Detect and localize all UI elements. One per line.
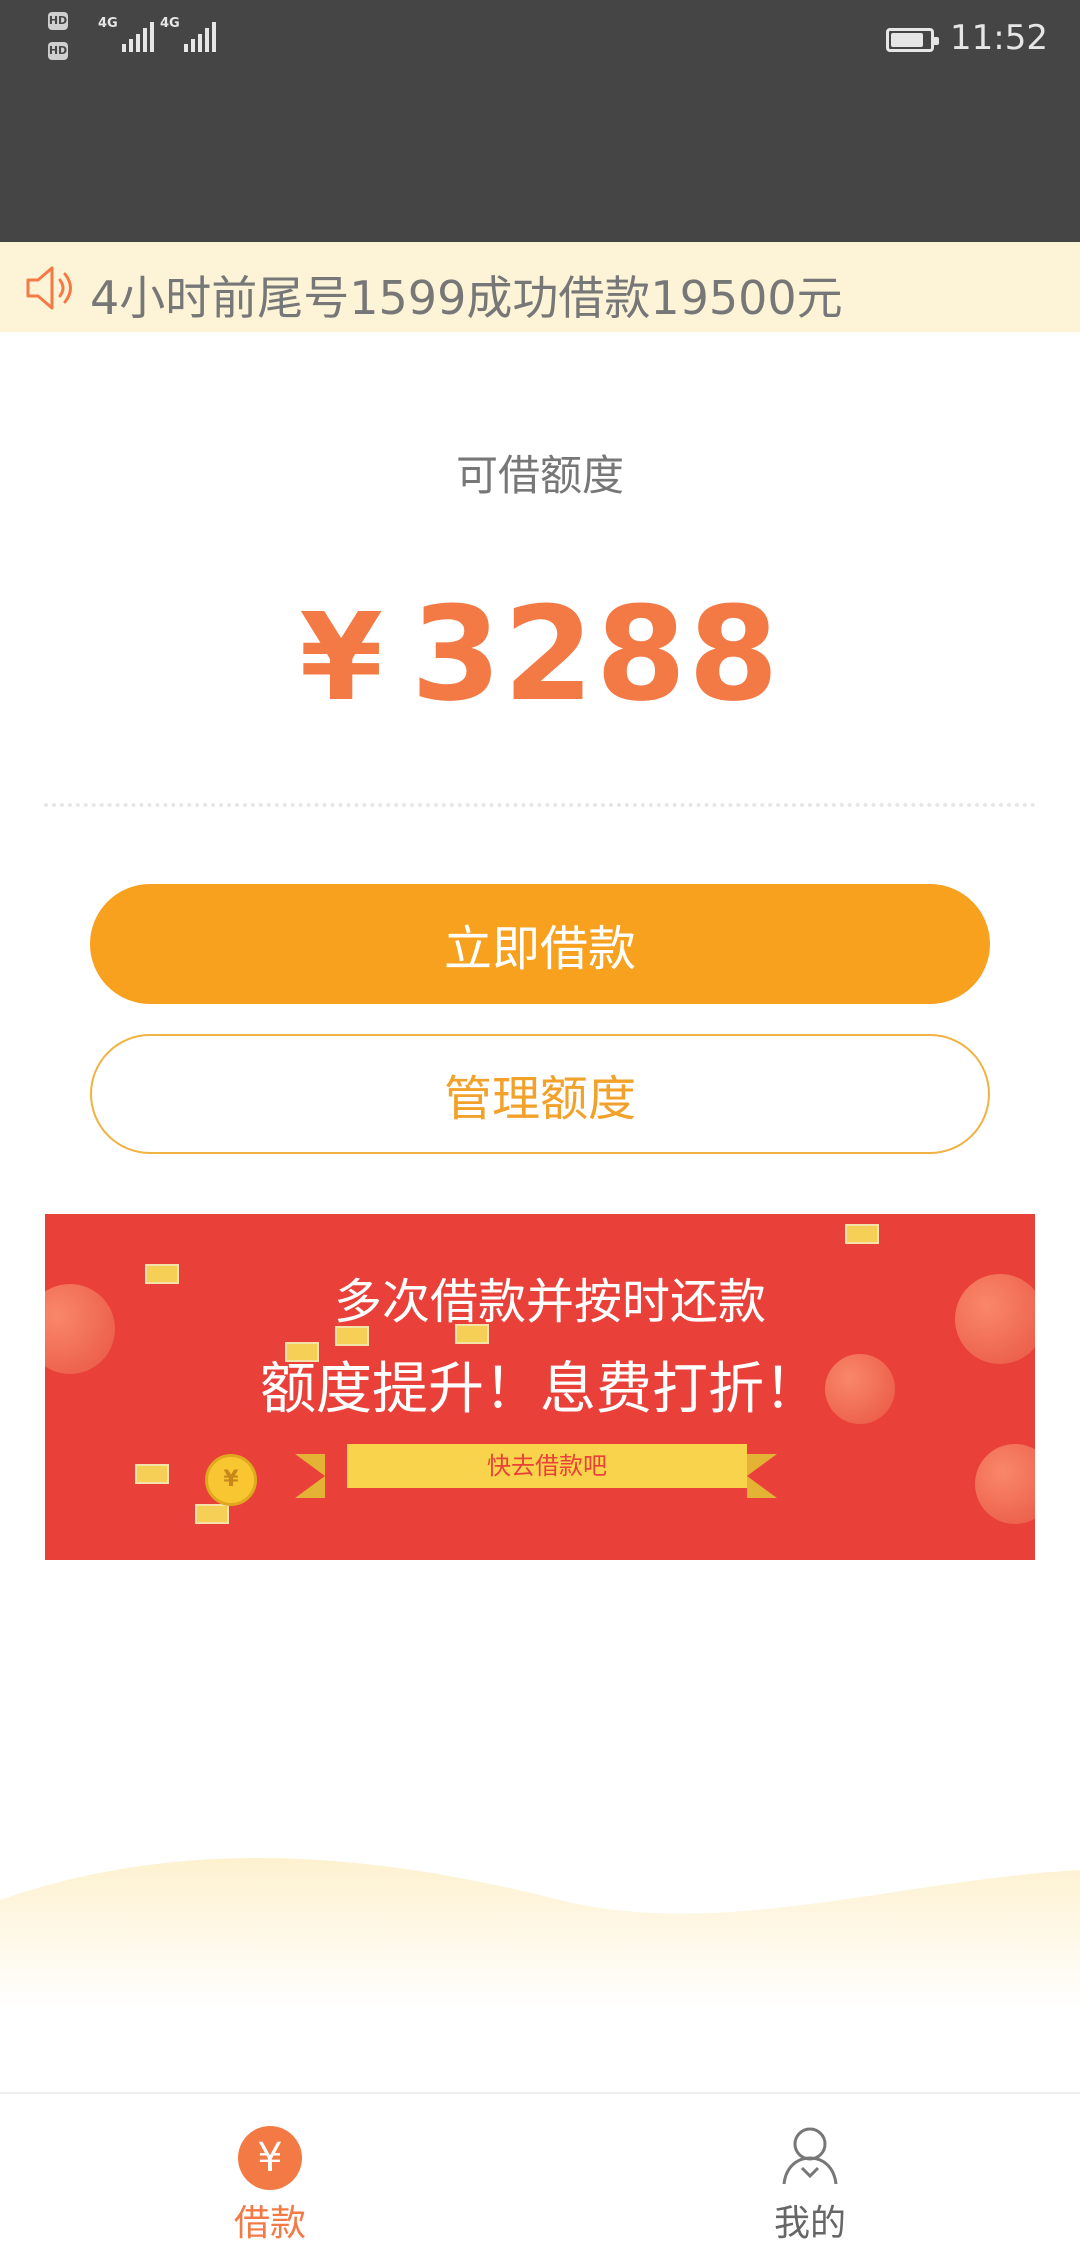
- promo-banner[interactable]: ¥ 多次借款并按时还款 额度提升！息费打折！ 快去借款吧: [45, 1214, 1035, 1560]
- nav-item-loan[interactable]: ¥ 借款: [120, 2094, 420, 2244]
- network-label-sim1: 4G: [98, 16, 118, 31]
- credit-label: 可借额度: [455, 451, 624, 500]
- signal-bars-sim2-icon: [184, 22, 216, 52]
- dotted-divider: [44, 803, 1036, 807]
- ribbon-tail-right: [747, 1454, 777, 1498]
- credit-amount: ¥3288: [0, 578, 1080, 730]
- network-label-sim2: 4G: [160, 16, 180, 31]
- ribbon-tail-left: [295, 1454, 325, 1498]
- decor-coin: [975, 1444, 1035, 1524]
- decor-bill: [135, 1464, 169, 1484]
- signal-indicators: HD HD 4G 4G: [48, 12, 248, 72]
- yen-icon: ¥: [238, 2126, 302, 2190]
- battery-icon: [886, 28, 939, 52]
- user-icon: [782, 2127, 838, 2185]
- banner-cta-ribbon[interactable]: 快去借款吧: [347, 1444, 747, 1488]
- speaker-icon: [26, 266, 72, 310]
- decor-bill: [195, 1504, 229, 1524]
- amount-value: 3288: [410, 578, 781, 730]
- bottom-nav: ¥ 借款 我的: [0, 2092, 1080, 2244]
- banner-subheadline: 额度提升！息费打折！: [260, 1357, 820, 1422]
- decor-wave: [0, 1858, 1080, 2010]
- nav-item-mine[interactable]: 我的: [660, 2094, 960, 2244]
- nav-label-mine: 我的: [773, 2203, 846, 2244]
- manage-credit-button[interactable]: 管理额度: [90, 1034, 990, 1154]
- notice-bar[interactable]: 4小时前尾号1599成功借款19500元: [0, 242, 1080, 332]
- banner-headline: 多次借款并按时还款: [333, 1274, 766, 1330]
- gold-coin-icon: ¥: [205, 1454, 257, 1506]
- hd-badge-sim2: HD: [48, 42, 68, 60]
- nav-label-loan: 借款: [233, 2203, 306, 2244]
- notice-text: 4小时前尾号1599成功借款19500元: [90, 271, 843, 325]
- borrow-now-button[interactable]: 立即借款: [90, 884, 990, 1004]
- status-bar: HD HD 4G 4G 11:52: [0, 0, 1080, 242]
- decor-bill: [845, 1224, 879, 1244]
- status-time: 11:52: [950, 18, 1048, 58]
- hd-badge-sim1: HD: [48, 12, 68, 30]
- signal-bars-sim1-icon: [122, 22, 154, 52]
- currency-symbol: ¥: [299, 589, 385, 728]
